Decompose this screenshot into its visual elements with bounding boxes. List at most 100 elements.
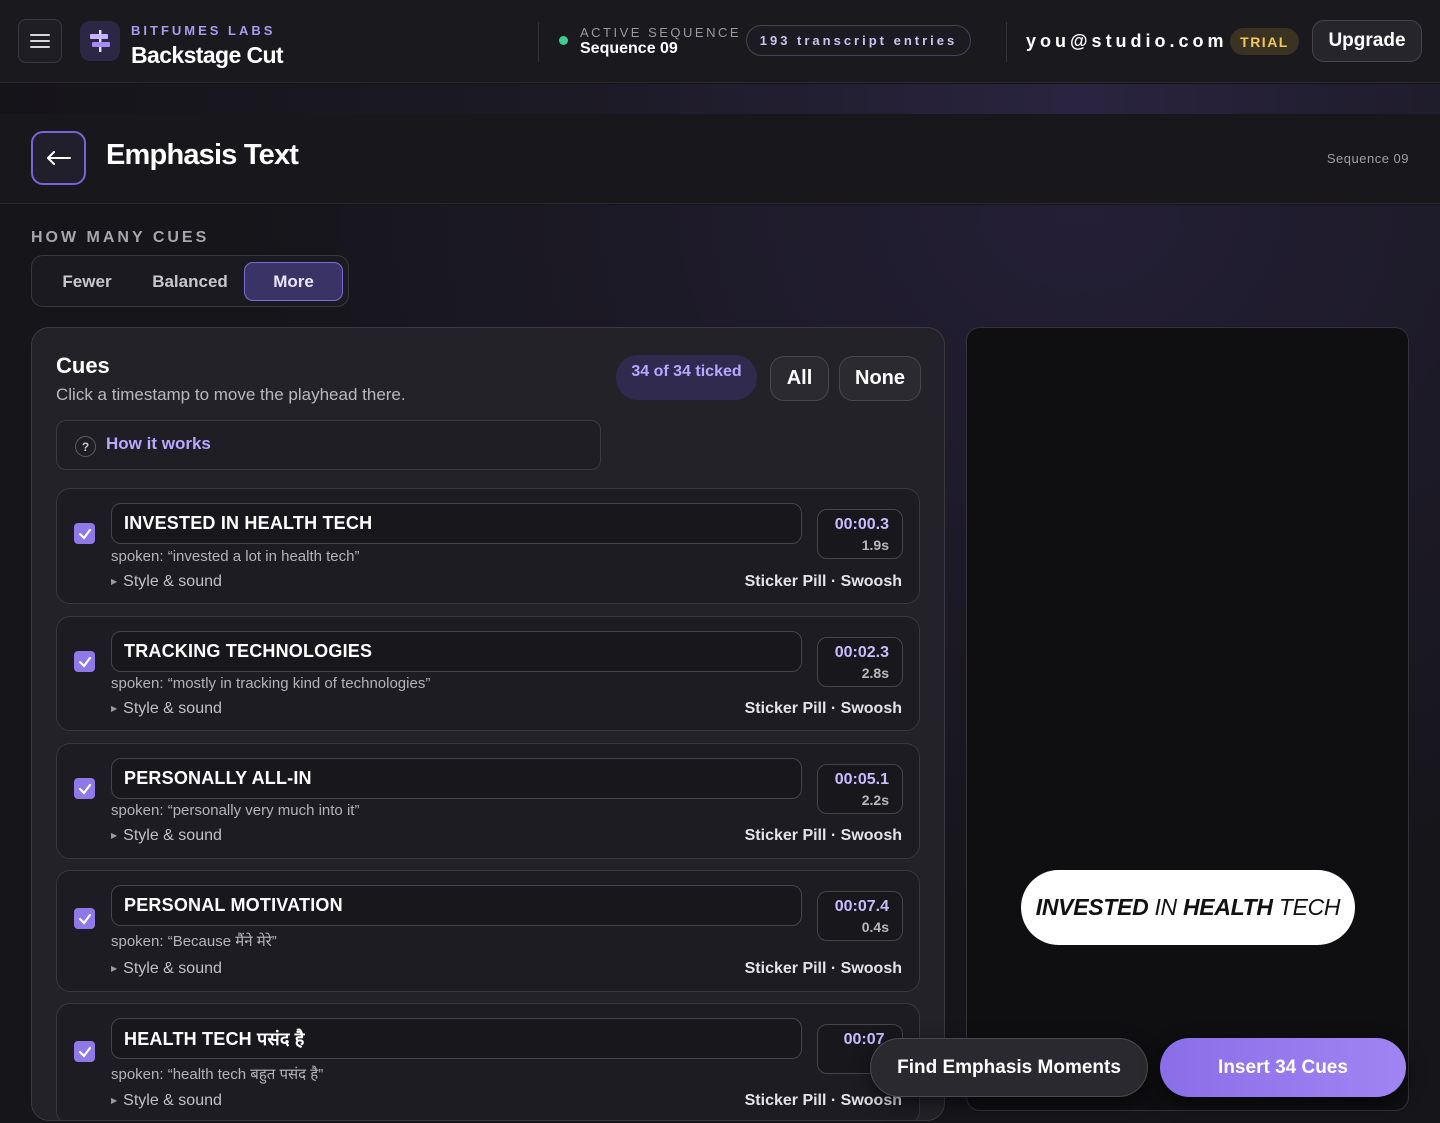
cue-time: 00:00.3 bbox=[834, 516, 889, 533]
style-sound-label: Style & sound bbox=[123, 700, 222, 717]
caret-right-icon: ▶ bbox=[111, 577, 118, 586]
transcript-entries-badge: 193 transcript entries bbox=[746, 25, 971, 56]
cue-checkbox[interactable] bbox=[74, 523, 95, 544]
caret-right-icon: ▶ bbox=[111, 704, 118, 713]
cue-text-input[interactable]: INVESTED IN HEALTH TECH bbox=[111, 503, 802, 544]
style-sound-label: Style & sound bbox=[123, 827, 222, 844]
check-icon bbox=[78, 783, 91, 795]
cue-card: PERSONAL MOTIVATION 00:07.4 0.4s spoken:… bbox=[56, 870, 920, 992]
cue-checkbox[interactable] bbox=[74, 908, 95, 929]
ticked-count-badge: 34 of 34 ticked bbox=[616, 355, 757, 400]
page-header: Emphasis Text Sequence 09 bbox=[0, 114, 1440, 204]
caret-right-icon: ▶ bbox=[111, 964, 118, 973]
cue-count-label: HOW MANY CUES bbox=[31, 229, 210, 246]
upgrade-button[interactable]: Upgrade bbox=[1312, 20, 1422, 62]
cue-duration: 0.4s bbox=[861, 919, 889, 935]
active-sequence-label: ACTIVE SEQUENCE bbox=[580, 25, 742, 40]
cues-subtitle: Click a timestamp to move the playhead t… bbox=[56, 385, 406, 404]
cue-text-input[interactable]: PERSONALLY ALL-IN bbox=[111, 758, 802, 799]
video-preview[interactable]: INVESTED IN HEALTH TECH bbox=[966, 327, 1409, 1111]
cue-card: INVESTED IN HEALTH TECH 00:00.3 1.9s spo… bbox=[56, 488, 920, 604]
sticker-word: INVESTED bbox=[1035, 894, 1149, 920]
style-sound-toggle[interactable]: ▶ Style & sound bbox=[111, 1092, 222, 1110]
divider bbox=[538, 22, 539, 62]
cue-timestamp-button[interactable]: 00:02.3 2.8s bbox=[817, 637, 903, 687]
menu-button[interactable] bbox=[18, 19, 62, 63]
cue-checkbox[interactable] bbox=[74, 1041, 95, 1062]
cue-checkbox[interactable] bbox=[74, 651, 95, 672]
trial-badge: TRIAL bbox=[1230, 28, 1299, 55]
cue-style-meta: Sticker Pill · Swoosh bbox=[744, 1092, 902, 1109]
cue-spoken-text: spoken: “Because मैंने मेरे” bbox=[111, 933, 277, 950]
arrow-left-icon bbox=[46, 151, 71, 165]
sticker-word: IN bbox=[1148, 894, 1183, 920]
cue-card: HEALTH TECH पसंद है 00:07. 2. spoken: “h… bbox=[56, 1003, 920, 1120]
cue-style-meta: Sticker Pill · Swoosh bbox=[744, 573, 902, 590]
back-button[interactable] bbox=[31, 131, 86, 185]
cues-title: Cues bbox=[56, 353, 110, 378]
cue-text-input[interactable]: HEALTH TECH पसंद है bbox=[111, 1018, 802, 1059]
density-balanced-button[interactable]: Balanced bbox=[140, 262, 240, 301]
style-sound-toggle[interactable]: ▶ Style & sound bbox=[111, 960, 222, 978]
find-emphasis-button[interactable]: Find Emphasis Moments bbox=[870, 1038, 1148, 1097]
style-sound-toggle[interactable]: ▶ Style & sound bbox=[111, 827, 222, 845]
signpost-icon bbox=[90, 30, 110, 52]
hamburger-icon bbox=[30, 34, 50, 48]
how-it-works-toggle[interactable]: ? How it works bbox=[56, 420, 601, 470]
cues-panel: Cues Click a timestamp to move the playh… bbox=[31, 327, 945, 1121]
active-status-dot bbox=[559, 36, 568, 45]
cue-timestamp-button[interactable]: 00:07.4 0.4s bbox=[817, 891, 903, 941]
select-all-button[interactable]: All bbox=[770, 356, 829, 401]
cue-spoken-text: spoken: “mostly in tracking kind of tech… bbox=[111, 675, 431, 692]
style-sound-label: Style & sound bbox=[123, 573, 222, 590]
cue-time: 00:02.3 bbox=[834, 644, 889, 661]
density-fewer-button[interactable]: Fewer bbox=[46, 262, 128, 301]
cue-spoken-text: spoken: “personally very much into it” bbox=[111, 802, 360, 819]
account-email[interactable]: you@studio.com bbox=[1026, 31, 1228, 52]
caret-right-icon: ▶ bbox=[111, 1096, 118, 1105]
app-logo bbox=[80, 21, 120, 61]
cue-timestamp-button[interactable]: 00:00.3 1.9s bbox=[817, 509, 903, 559]
brand-kicker: BITFUMES LABS bbox=[131, 23, 276, 38]
cue-style-meta: Sticker Pill · Swoosh bbox=[744, 960, 902, 977]
cue-checkbox[interactable] bbox=[74, 778, 95, 799]
page-sequence-label: Sequence 09 bbox=[1326, 151, 1409, 166]
cue-spoken-text: spoken: “invested a lot in health tech” bbox=[111, 548, 360, 565]
cue-time: 00:05.1 bbox=[834, 771, 889, 788]
sticker-pill-preview: INVESTED IN HEALTH TECH bbox=[1021, 870, 1355, 945]
header-glow bbox=[0, 84, 1440, 114]
how-it-works-label: How it works bbox=[106, 434, 211, 453]
cue-text-input[interactable]: PERSONAL MOTIVATION bbox=[111, 885, 802, 926]
insert-cues-button[interactable]: Insert 34 Cues bbox=[1160, 1038, 1406, 1097]
sticker-word: HEALTH bbox=[1182, 894, 1273, 920]
divider bbox=[1006, 22, 1007, 62]
cue-duration: 2.8s bbox=[861, 665, 889, 681]
check-icon bbox=[78, 656, 91, 668]
sticker-word: TECH bbox=[1272, 894, 1341, 920]
cue-density-toggle: Fewer Balanced More bbox=[31, 255, 349, 307]
cue-style-meta: Sticker Pill · Swoosh bbox=[744, 827, 902, 844]
density-more-button[interactable]: More bbox=[244, 262, 343, 301]
top-bar: BITFUMES LABS Backstage Cut ACTIVE SEQUE… bbox=[0, 0, 1440, 83]
style-sound-label: Style & sound bbox=[123, 1092, 222, 1109]
brand-title: Backstage Cut bbox=[131, 42, 284, 68]
page-title: Emphasis Text bbox=[106, 139, 299, 171]
cue-timestamp-button[interactable]: 00:05.1 2.2s bbox=[817, 764, 903, 814]
check-icon bbox=[78, 528, 91, 540]
cue-duration: 2.2s bbox=[861, 792, 889, 808]
caret-right-icon: ▶ bbox=[111, 831, 118, 840]
cue-spoken-text: spoken: “health tech बहुत पसंद है” bbox=[111, 1066, 324, 1083]
style-sound-toggle[interactable]: ▶ Style & sound bbox=[111, 700, 222, 718]
help-icon: ? bbox=[75, 436, 96, 457]
style-sound-toggle[interactable]: ▶ Style & sound bbox=[111, 573, 222, 591]
check-icon bbox=[78, 913, 91, 925]
style-sound-label: Style & sound bbox=[123, 960, 222, 977]
select-none-button[interactable]: None bbox=[839, 356, 921, 401]
cue-card: TRACKING TECHNOLOGIES 00:02.3 2.8s spoke… bbox=[56, 616, 920, 731]
check-icon bbox=[78, 1046, 91, 1058]
cue-duration: 1.9s bbox=[861, 537, 889, 553]
cue-time: 00:07.4 bbox=[834, 898, 889, 915]
cue-text-input[interactable]: TRACKING TECHNOLOGIES bbox=[111, 631, 802, 672]
cue-style-meta: Sticker Pill · Swoosh bbox=[744, 700, 902, 717]
cue-card: PERSONALLY ALL-IN 00:05.1 2.2s spoken: “… bbox=[56, 743, 920, 859]
